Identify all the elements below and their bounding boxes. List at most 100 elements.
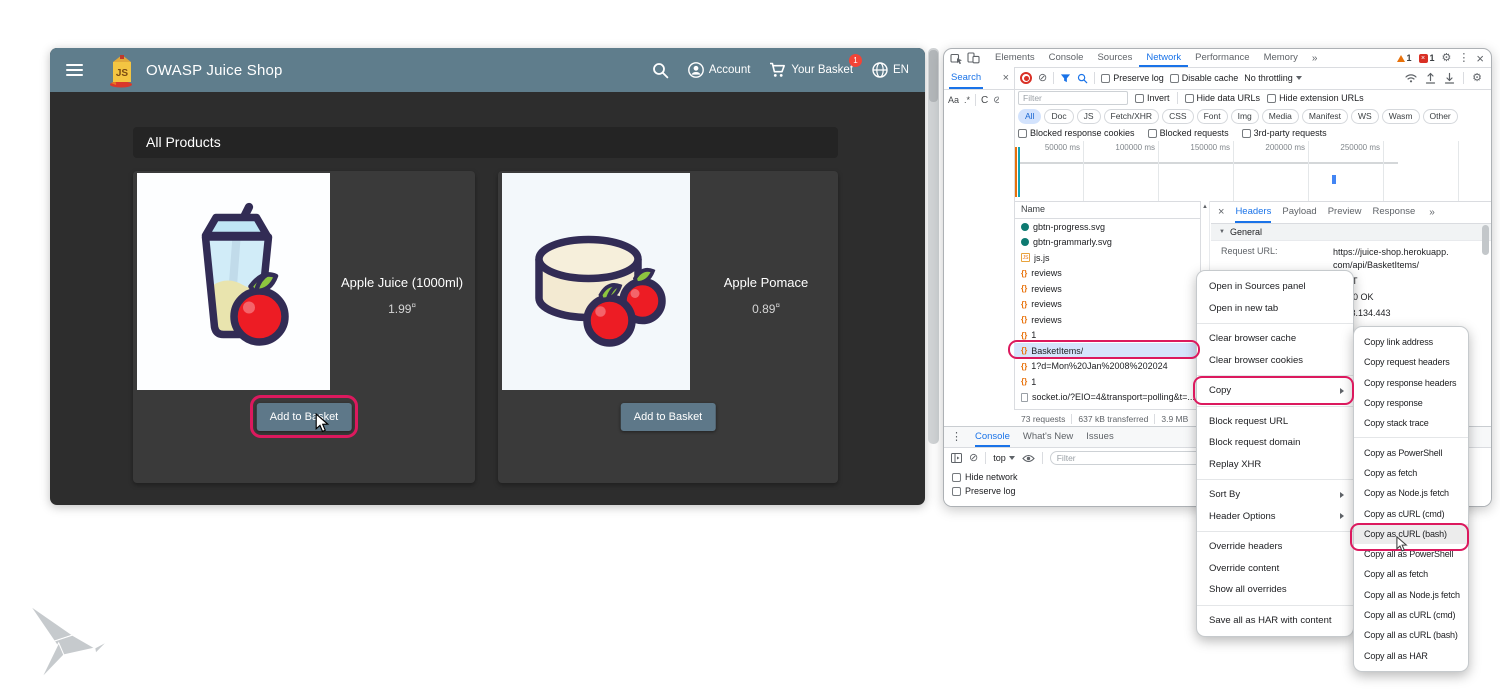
close-search-icon[interactable]: × <box>1003 72 1009 84</box>
request-row-1[interactable]: {}1 <box>1014 328 1200 344</box>
filter-chip-media[interactable]: Media <box>1262 109 1299 124</box>
general-section-header[interactable]: ▼ General <box>1211 224 1491 241</box>
filter-chip-ws[interactable]: WS <box>1351 109 1379 124</box>
warnings-badge[interactable]: 1 <box>1397 53 1412 63</box>
more-details-tabs-icon[interactable]: » <box>1426 207 1438 218</box>
kebab-menu-icon[interactable]: ⋮ <box>1458 53 1469 64</box>
submenu-item-copy-all-as-har[interactable]: Copy all as HAR <box>1354 645 1468 665</box>
network-conditions-icon[interactable] <box>1405 73 1417 83</box>
basket-button[interactable]: Your Basket 1 <box>769 62 853 78</box>
submenu-item-copy-all-as-node-js-fetch[interactable]: Copy all as Node.js fetch <box>1354 585 1468 605</box>
sidenav-toggle-icon[interactable] <box>66 64 83 76</box>
throttling-select[interactable]: No throttling <box>1244 73 1302 83</box>
details-scrollbar[interactable] <box>1482 225 1489 255</box>
settings-gear-icon[interactable]: ⚙ <box>1442 53 1452 64</box>
submenu-item-copy-as-curl-bash[interactable]: Copy as cURL (bash) <box>1354 524 1468 544</box>
filter-chip-js[interactable]: JS <box>1077 109 1101 124</box>
menu-item-override-content[interactable]: Override content <box>1197 558 1353 580</box>
menu-item-sort-by[interactable]: Sort By <box>1197 484 1353 506</box>
menu-item-block-request-url[interactable]: Block request URL <box>1197 411 1353 433</box>
console-sidebar-icon[interactable] <box>951 453 962 463</box>
submenu-item-copy-all-as-curl-cmd[interactable]: Copy all as cURL (cmd) <box>1354 605 1468 625</box>
submenu-item-copy-response[interactable]: Copy response <box>1354 393 1468 413</box>
submenu-item-copy-response-headers[interactable]: Copy response headers <box>1354 373 1468 393</box>
blocked-response-cookies-checkbox[interactable]: Blocked response cookies <box>1018 128 1135 138</box>
regex-button[interactable]: .* <box>964 95 970 105</box>
menu-item-clear-browser-cache[interactable]: Clear browser cache <box>1197 328 1353 350</box>
submenu-item-copy-all-as-curl-bash[interactable]: Copy all as cURL (bash) <box>1354 625 1468 645</box>
tab-console[interactable]: Console <box>1042 49 1091 67</box>
export-har-icon[interactable] <box>1444 72 1455 84</box>
menu-item-open-in-new-tab[interactable]: Open in new tab <box>1197 298 1353 320</box>
request-row-1[interactable]: {}1 <box>1014 374 1200 390</box>
disable-cache-checkbox[interactable]: Disable cache <box>1170 73 1239 83</box>
menu-item-show-all-overrides[interactable]: Show all overrides <box>1197 579 1353 601</box>
refresh-icon[interactable]: C <box>981 95 988 106</box>
menu-item-override-headers[interactable]: Override headers <box>1197 536 1353 558</box>
details-tab-headers[interactable]: Headers <box>1235 201 1271 223</box>
clear-console-icon[interactable]: ⊘ <box>969 453 978 464</box>
invert-checkbox[interactable]: Invert <box>1135 93 1170 103</box>
account-button[interactable]: Account <box>688 62 751 78</box>
clear-search-icon[interactable]: ⊘ <box>993 95 999 106</box>
search-network-icon[interactable] <box>1077 73 1088 84</box>
submenu-item-copy-stack-trace[interactable]: Copy stack trace <box>1354 413 1468 433</box>
filter-toggle-icon[interactable] <box>1060 73 1071 84</box>
submenu-item-copy-as-curl-cmd[interactable]: Copy as cURL (cmd) <box>1354 503 1468 523</box>
tab-search[interactable]: Search <box>949 67 983 89</box>
tab-elements[interactable]: Elements <box>988 49 1042 67</box>
details-tab-response[interactable]: Response <box>1373 201 1416 223</box>
menu-item-open-in-sources-panel[interactable]: Open in Sources panel <box>1197 276 1353 298</box>
tab-performance[interactable]: Performance <box>1188 49 1256 67</box>
request-row-1-d-mon-20jan-2008-202024[interactable]: {}1?d=Mon%20Jan%2008%202024 <box>1014 359 1200 375</box>
request-row-reviews[interactable]: {}reviews <box>1014 266 1200 282</box>
live-expression-eye-icon[interactable] <box>1022 454 1035 463</box>
menu-item-header-options[interactable]: Header Options <box>1197 506 1353 528</box>
request-row-basketitems[interactable]: {}BasketItems/ <box>1014 343 1200 359</box>
hide-data-urls-checkbox[interactable]: Hide data URLs <box>1185 93 1261 103</box>
filter-chip-manifest[interactable]: Manifest <box>1302 109 1348 124</box>
request-row-reviews[interactable]: {}reviews <box>1014 312 1200 328</box>
menu-item-replay-xhr[interactable]: Replay XHR <box>1197 454 1353 476</box>
add-to-basket-button[interactable]: Add to Basket <box>621 403 716 431</box>
3rd-party-requests-checkbox[interactable]: 3rd-party requests <box>1242 128 1327 138</box>
menu-item-clear-browser-cookies[interactable]: Clear browser cookies <box>1197 350 1353 372</box>
submenu-item-copy-as-fetch[interactable]: Copy as fetch <box>1354 463 1468 483</box>
filter-chip-fetch-xhr[interactable]: Fetch/XHR <box>1104 109 1160 124</box>
filter-chip-other[interactable]: Other <box>1423 109 1458 124</box>
request-row-gbtn-grammarly-svg[interactable]: gbtn-grammarly.svg <box>1014 235 1200 251</box>
details-tab-payload[interactable]: Payload <box>1282 201 1316 223</box>
blocked-requests-checkbox[interactable]: Blocked requests <box>1148 128 1229 138</box>
import-har-icon[interactable] <box>1425 72 1436 84</box>
close-devtools-icon[interactable]: × <box>1476 52 1484 65</box>
menu-item-copy[interactable]: Copy <box>1197 380 1353 402</box>
record-network-icon[interactable] <box>1020 72 1032 84</box>
hide-extension-urls-checkbox[interactable]: Hide extension URLs <box>1267 93 1364 103</box>
request-row-js-js[interactable]: JSjs.js <box>1014 250 1200 266</box>
submenu-item-copy-all-as-powershell[interactable]: Copy all as PowerShell <box>1354 544 1468 564</box>
filter-chip-css[interactable]: CSS <box>1162 109 1193 124</box>
request-row-socket-io-eio-4-transport-polling-t[interactable]: socket.io/?EIO=4&transport=polling&t=... <box>1014 390 1200 406</box>
close-details-icon[interactable]: × <box>1218 206 1224 218</box>
request-row-reviews[interactable]: {}reviews <box>1014 297 1200 313</box>
tab-memory[interactable]: Memory <box>1257 49 1305 67</box>
submenu-item-copy-request-headers[interactable]: Copy request headers <box>1354 352 1468 372</box>
drawer-tab-what-s-new[interactable]: What's New <box>1023 427 1073 447</box>
errors-badge[interactable]: ×1 <box>1419 53 1435 63</box>
drawer-tab-issues[interactable]: Issues <box>1086 427 1113 447</box>
network-settings-gear-icon[interactable]: ⚙ <box>1472 73 1482 84</box>
add-to-basket-button[interactable]: Add to Basket <box>257 403 352 431</box>
filter-chip-font[interactable]: Font <box>1197 109 1228 124</box>
preserve-log-checkbox[interactable]: Preserve log <box>1101 73 1164 83</box>
drawer-kebab-icon[interactable]: ⋮ <box>951 432 962 443</box>
request-list-header[interactable]: Name <box>1014 201 1200 219</box>
network-overview-timeline[interactable]: 50000 ms100000 ms150000 ms200000 ms25000… <box>1014 141 1491 202</box>
menu-item-save-all-as-har-with-content[interactable]: Save all as HAR with content <box>1197 610 1353 632</box>
request-row-reviews[interactable]: {}reviews <box>1014 281 1200 297</box>
menu-item-block-request-domain[interactable]: Block request domain <box>1197 432 1353 454</box>
search-icon[interactable] <box>652 62 669 79</box>
device-toolbar-icon[interactable] <box>967 52 980 64</box>
submenu-item-copy-as-node-js-fetch[interactable]: Copy as Node.js fetch <box>1354 483 1468 503</box>
network-filter-input[interactable] <box>1018 91 1128 105</box>
language-button[interactable]: EN <box>872 62 909 78</box>
